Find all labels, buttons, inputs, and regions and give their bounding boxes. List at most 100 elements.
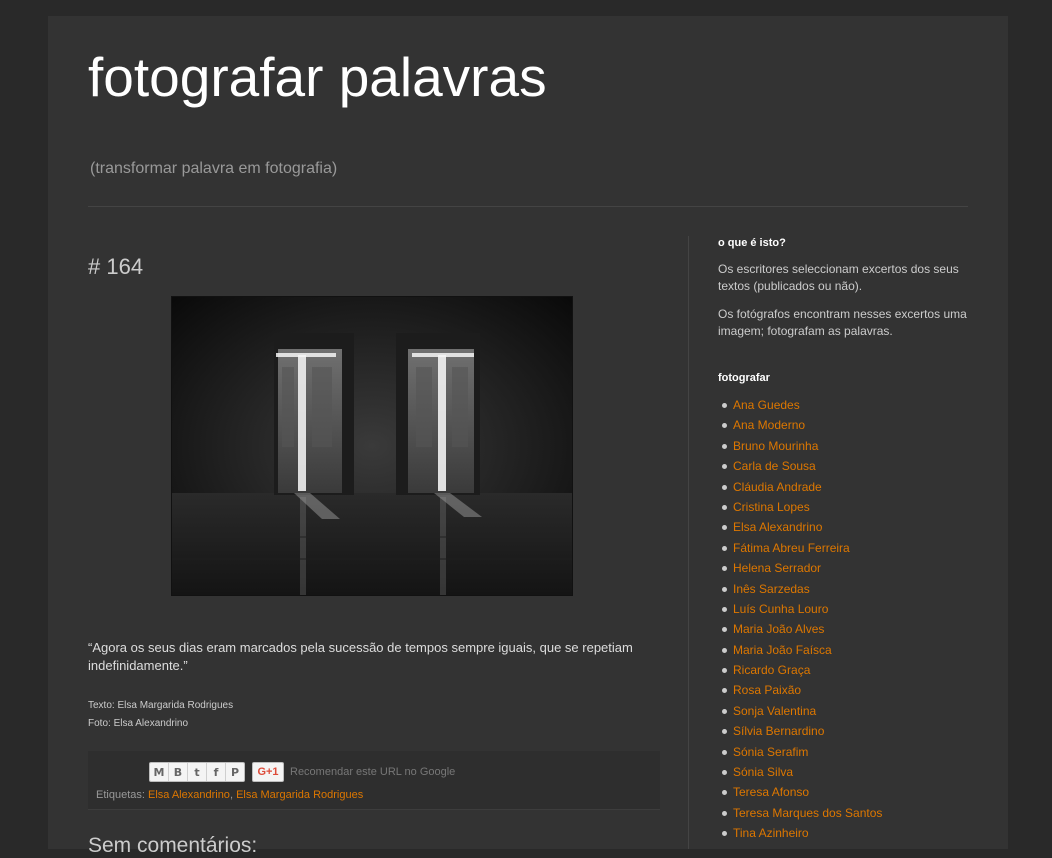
bullet-icon	[722, 647, 727, 653]
bullet-icon	[722, 688, 727, 694]
list-item: Fátima Abreu Ferreira	[718, 540, 978, 560]
photographer-link[interactable]: Teresa Marques dos Santos	[733, 806, 882, 820]
photographer-link[interactable]: Bruno Mourinha	[733, 439, 818, 453]
photographer-link[interactable]: Ana Guedes	[733, 398, 800, 412]
bullet-icon	[722, 586, 727, 592]
photographer-link[interactable]: Carla de Sousa	[733, 459, 816, 473]
photographer-link[interactable]: Rosa Paixão	[733, 683, 801, 697]
bullet-icon	[722, 790, 727, 796]
photographer-link[interactable]: Ricardo Graça	[733, 663, 810, 677]
photographer-link[interactable]: Ana Moderno	[733, 418, 805, 432]
photographer-link[interactable]: Maria João Faísca	[733, 643, 832, 657]
bullet-icon	[722, 708, 727, 714]
bullet-icon	[722, 423, 727, 429]
post-credits: Texto: Elsa Margarida Rodrigues Foto: El…	[88, 697, 233, 733]
bullet-icon	[722, 525, 727, 531]
bullet-icon	[722, 810, 727, 816]
about-paragraph-2: Os fotógrafos encontram nesses excertos …	[718, 307, 967, 338]
list-item: Sílvia Bernardino	[718, 723, 978, 743]
photographer-link[interactable]: Sonja Valentina	[733, 704, 816, 718]
blog-title[interactable]: fotografar palavras	[88, 50, 547, 105]
list-item: Maria João Alves	[718, 621, 978, 641]
bullet-icon	[722, 403, 727, 408]
header-divider	[88, 206, 968, 207]
labels-prefix: Etiquetas:	[96, 789, 145, 801]
bullet-icon	[722, 668, 727, 674]
list-item: Luís Cunha Louro	[718, 601, 978, 621]
list-item: Carla de Sousa	[718, 458, 978, 478]
two-doors-photo	[172, 297, 572, 595]
photographer-link[interactable]: Tina Azinheiro	[733, 826, 809, 840]
bullet-icon	[722, 504, 727, 510]
list-item: Ana Moderno	[718, 417, 978, 437]
share-row: M B t f P G+1 Recomendar este URL no Goo…	[149, 762, 455, 782]
photographer-link[interactable]: Elsa Alexandrino	[733, 520, 822, 534]
recommend-text: Recomendar este URL no Google	[290, 766, 456, 778]
list-item: Sónia Silva	[718, 764, 978, 784]
list-item: Cláudia Andrade	[718, 479, 978, 499]
list-item: Teresa Afonso	[718, 784, 978, 804]
photographer-link[interactable]: Sónia Serafim	[733, 745, 808, 759]
bullet-icon	[722, 606, 727, 612]
photographer-link[interactable]: Fátima Abreu Ferreira	[733, 541, 850, 555]
photographer-link[interactable]: Cristina Lopes	[733, 500, 810, 514]
list-item: Rosa Paixão	[718, 682, 978, 702]
post-labels: Etiquetas: Elsa Alexandrino, Elsa Margar…	[96, 789, 363, 801]
list-item: Bruno Mourinha	[718, 438, 978, 458]
label-link[interactable]: Elsa Alexandrino	[148, 789, 230, 801]
email-icon[interactable]: M	[150, 763, 169, 781]
twitter-icon[interactable]: t	[188, 763, 207, 781]
share-buttons: M B t f P	[149, 762, 245, 782]
about-paragraph-1: Os escritores seleccionam excertos dos s…	[718, 262, 959, 293]
photographer-link[interactable]: Sónia Silva	[733, 765, 793, 779]
list-item: Teresa Marques dos Santos	[718, 805, 978, 825]
bullet-icon	[722, 749, 727, 755]
bullet-icon	[722, 443, 727, 449]
list-item: Maria João Faísca	[718, 642, 978, 662]
photographers-title: fotografar	[718, 372, 770, 384]
pinterest-icon[interactable]: P	[226, 763, 244, 781]
photographers-list: Ana Guedes Ana Moderno Bruno Mourinha Carla…	[718, 397, 978, 846]
about-widget: o que é isto? Os escritores seleccionam …	[718, 237, 978, 340]
photographer-link[interactable]: Luís Cunha Louro	[733, 602, 828, 616]
bullet-icon	[722, 627, 727, 633]
list-item: Tina Azinheiro	[718, 825, 978, 845]
photographer-link[interactable]: Helena Serrador	[733, 561, 821, 575]
photographer-link[interactable]: Inês Sarzedas	[733, 582, 810, 596]
list-item: Elsa Alexandrino	[718, 519, 978, 539]
blog-container: fotografar palavras (transformar palavra…	[48, 16, 1008, 857]
list-item: Sonja Valentina	[718, 703, 978, 723]
list-item: Sónia Serafim	[718, 744, 978, 764]
bullet-icon	[722, 545, 727, 551]
bullet-icon	[722, 770, 727, 776]
credit-photo: Foto: Elsa Alexandrino	[88, 718, 189, 729]
label-link[interactable]: Elsa Margarida Rodrigues	[236, 789, 363, 801]
blog-description: (transformar palavra em fotografia)	[90, 160, 338, 177]
photographer-link[interactable]: Maria João Alves	[733, 622, 824, 636]
bullet-icon	[722, 464, 727, 470]
facebook-icon[interactable]: f	[207, 763, 226, 781]
list-item: Inês Sarzedas	[718, 581, 978, 601]
post-quote: “Agora os seus dias eram marcados pela s…	[88, 640, 633, 673]
photographer-link[interactable]: Teresa Afonso	[733, 785, 809, 799]
comments-heading: Sem comentários:	[88, 834, 258, 857]
list-item: Helena Serrador	[718, 560, 978, 580]
photographer-link[interactable]: Sílvia Bernardino	[733, 724, 824, 738]
list-item: Ana Guedes	[718, 397, 978, 417]
about-title: o que é isto?	[718, 237, 786, 249]
post-title[interactable]: # 164	[88, 254, 143, 280]
list-item: Ricardo Graça	[718, 662, 978, 682]
blogger-icon[interactable]: B	[169, 763, 188, 781]
post-photo[interactable]	[171, 296, 573, 596]
bullet-icon	[722, 566, 727, 572]
photographer-link[interactable]: Cláudia Andrade	[733, 480, 822, 494]
google-plus-button[interactable]: G+1	[252, 762, 284, 782]
bullet-icon	[722, 729, 727, 735]
credit-text: Texto: Elsa Margarida Rodrigues	[88, 700, 234, 711]
bullet-icon	[722, 831, 727, 837]
sidebar-divider	[688, 236, 689, 849]
post-footer: M B t f P G+1 Recomendar este URL no Goo…	[88, 751, 660, 810]
photographers-widget: fotografar Ana Guedes Ana Moderno Bruno Mo…	[718, 372, 978, 846]
list-item: Cristina Lopes	[718, 499, 978, 519]
bullet-icon	[722, 484, 727, 490]
